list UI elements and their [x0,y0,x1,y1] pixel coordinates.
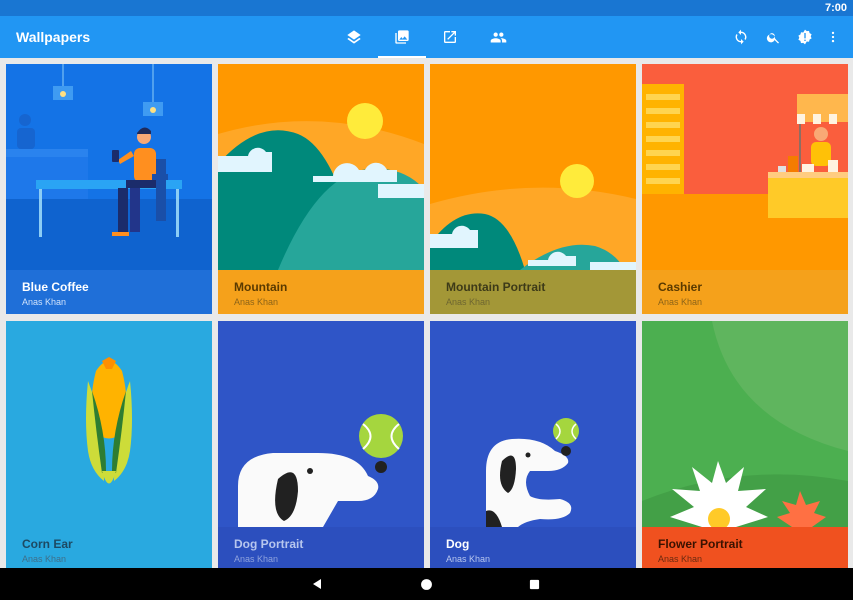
back-icon [313,579,321,589]
wallpaper-author: Anas Khan [446,297,491,307]
wallpaper-card-cashier[interactable]: Cashier Anas Khan [642,64,848,314]
wallpaper-author: Anas Khan [446,554,491,564]
layers-icon [347,30,361,44]
wallpaper-card-mountain-portrait[interactable]: Mountain Portrait Anas Khan [430,64,636,314]
tab-photo-library[interactable] [378,16,426,58]
search-button[interactable] [761,25,785,49]
search-icon [766,32,779,43]
wallpaper-card-corn-ear[interactable]: Corn Ear Anas Khan [6,321,212,568]
wallpaper-caption: Dog Portrait Anas Khan [218,527,424,568]
people-icon [490,32,506,42]
wallpaper-card-mountain[interactable]: Mountain Anas Khan [218,64,424,314]
wallpaper-caption: Blue Coffee Anas Khan [6,270,212,314]
wallpaper-author: Anas Khan [22,554,67,564]
wallpaper-card-blue-coffee[interactable]: Blue Coffee Anas Khan [6,64,212,314]
photo-library-icon [395,30,409,44]
wallpaper-name: Dog Portrait [234,537,304,551]
wallpaper-caption: Dog Anas Khan [430,527,636,568]
wallpaper-card-dog[interactable]: Dog Anas Khan [430,321,636,568]
system-navigation-bar [0,568,853,600]
wallpaper-caption: Corn Ear Anas Khan [6,527,212,568]
wallpaper-name: Mountain [234,280,288,294]
recents-button[interactable] [524,574,544,594]
wallpaper-card-dog-portrait[interactable]: Dog Portrait Anas Khan [218,321,424,568]
app-title: Wallpapers [16,29,91,45]
wallpaper-author: Anas Khan [658,297,703,307]
more-vert-icon [831,31,835,43]
wallpaper-author: Anas Khan [234,554,279,564]
wallpaper-caption: Cashier Anas Khan [642,270,848,314]
wallpaper-name: Corn Ear [22,537,73,551]
app-bar: Wallpapers [0,16,853,58]
wallpaper-author: Anas Khan [22,297,67,307]
home-button[interactable] [416,574,436,594]
wallpaper-caption: Mountain Anas Khan [218,270,424,314]
status-bar: 7:00 [0,0,853,16]
settings-button[interactable] [793,25,817,49]
wallpaper-card-flower-portrait[interactable]: Flower Portrait Anas Khan [642,321,848,568]
status-time: 7:00 [824,2,847,14]
wallpaper-author: Anas Khan [658,554,703,564]
wallpaper-caption: Mountain Portrait Anas Khan [430,270,636,314]
wallpaper-name: Cashier [658,280,703,294]
tab-open-in-new[interactable] [426,16,474,58]
home-icon [420,578,432,590]
wallpaper-grid: Blue Coffee Anas Khan Mountain Anas Khan [0,58,853,568]
wallpaper-caption: Flower Portrait Anas Khan [642,527,848,568]
wallpaper-name: Dog [446,537,470,551]
overflow-menu-button[interactable] [821,25,845,49]
wallpaper-name: Blue Coffee [22,280,89,294]
tab-people[interactable] [474,16,522,58]
back-button[interactable] [307,574,327,594]
tab-layers[interactable] [330,16,378,58]
sync-icon [735,29,747,45]
settings-badge-icon [798,29,812,45]
wallpaper-name: Flower Portrait [658,537,743,551]
open-in-new-icon [444,31,456,43]
recents-icon [529,579,539,589]
wallpaper-name: Mountain Portrait [446,280,546,294]
sync-button[interactable] [729,25,753,49]
wallpaper-author: Anas Khan [234,297,279,307]
